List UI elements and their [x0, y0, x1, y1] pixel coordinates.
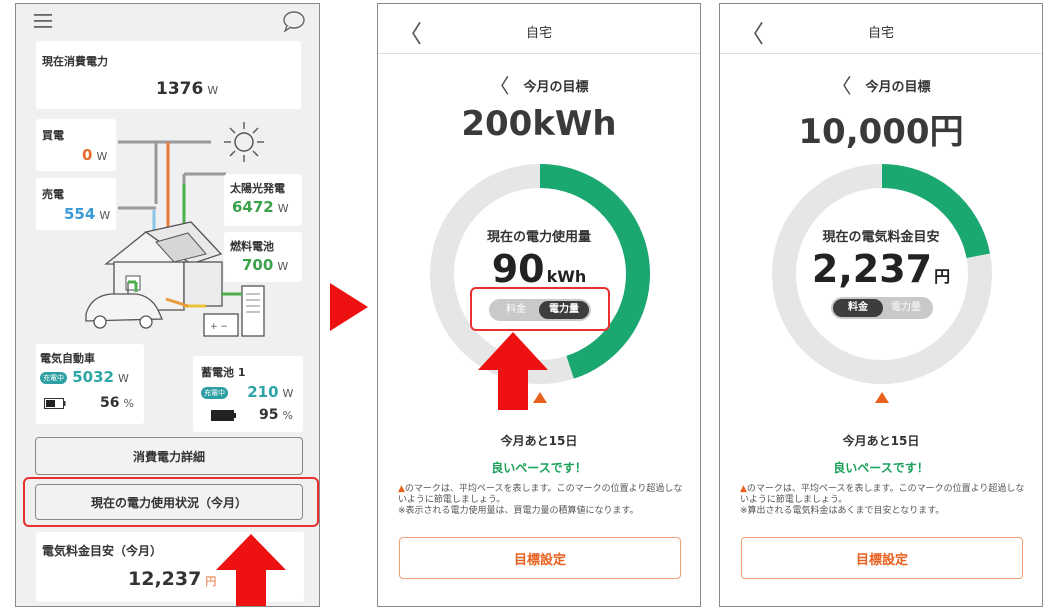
monthly-goal-yen-screen: 〈 自宅 〈今月の目標 10,000円 現在の電気料金目安 2,237 円 料金 …	[719, 3, 1043, 607]
bill-estimate-label: 電気料金目安（今月）	[42, 544, 163, 558]
highlight-box	[23, 477, 319, 527]
note-text: ▲のマークは、平均ペースを表します。このマークの位置より超過しないように節電しま…	[398, 484, 683, 516]
storage-battery-level: 95%	[259, 407, 293, 423]
current-power-label: 現在消費電力	[42, 55, 108, 68]
monthly-goal-kwh-screen: 〈 自宅 〈今月の目標 200kWh 現在の電力使用量 90 kWh 料金 電力量…	[377, 3, 701, 607]
speech-bubble-icon[interactable]	[282, 10, 306, 32]
ring-label: 現在の電気料金目安	[822, 230, 940, 245]
ev-card: 電気自動車 充電中 5032 W 56%	[36, 344, 144, 424]
fuel-cell-label: 燃料電池	[230, 240, 274, 253]
goal-row: 〈今月の目標	[720, 70, 1042, 99]
ring-label: 現在の電力使用量	[486, 230, 591, 245]
buy-power-label: 買電	[42, 129, 64, 142]
goal-setting-button[interactable]: 目標設定	[741, 537, 1023, 579]
current-power-card: 現在消費電力 1376 W	[36, 41, 301, 109]
goal-label: 今月の目標	[865, 80, 931, 95]
red-up-arrow-icon	[216, 534, 286, 606]
charging-badge: 充電中	[40, 371, 67, 384]
days-remaining: 今月あと15日	[842, 434, 920, 448]
next-step-arrow-icon	[330, 283, 368, 331]
header-title: 自宅	[867, 26, 894, 41]
fuel-cell-card: 燃料電池 700 W	[224, 232, 302, 282]
goal-setting-button[interactable]: 目標設定	[399, 537, 681, 579]
battery-low-icon	[44, 398, 66, 409]
storage-battery-label: 蓄電池 1	[201, 366, 246, 379]
unit-toggle[interactable]: 料金 電力量	[831, 297, 933, 319]
solar-power-label: 太陽光発電	[230, 182, 285, 195]
hamburger-icon[interactable]	[34, 14, 52, 28]
highlight-box	[470, 287, 610, 331]
power-detail-button[interactable]: 消費電力詳細	[35, 437, 303, 475]
note-text: ▲のマークは、平均ペースを表します。このマークの位置より超過しないように節電しま…	[740, 484, 1025, 516]
triangle-marker-icon: ▲	[740, 484, 747, 494]
solar-power-card: 太陽光発電 6472 W	[224, 174, 302, 226]
header-title: 自宅	[525, 26, 552, 41]
ev-label: 電気自動車	[40, 352, 95, 365]
buy-power-card: 買電 0W	[36, 119, 116, 171]
storage-battery-card: 蓄電池 1 充電中 210 W 95%	[193, 356, 303, 432]
sun-icon	[224, 122, 264, 162]
header: 〈 自宅	[378, 4, 700, 54]
pace-status: 良いペースです！	[833, 461, 929, 475]
days-remaining: 今月あと15日	[500, 434, 578, 448]
goal-value: 10,000円	[798, 112, 964, 152]
ev-value: 充電中 5032 W	[40, 368, 129, 386]
fuel-cell-value: 700 W	[242, 256, 289, 274]
current-power-value: 1376 W	[156, 79, 219, 99]
home-energy-screen: 現在消費電力 1376 W + − 買電 0 W 売電 554 W 太陽光発電 …	[15, 3, 320, 607]
toggle-energy[interactable]: 電力量	[881, 299, 931, 317]
header: 〈 自宅	[720, 4, 1042, 54]
toggle-price[interactable]: 料金	[833, 299, 883, 317]
sell-power-value: 554 W	[64, 205, 111, 223]
chevron-left-icon[interactable]: 〈	[489, 74, 509, 98]
ring-value: 90 kWh	[491, 247, 587, 291]
solar-power-value: 6472 W	[232, 198, 289, 216]
goal-label: 今月の目標	[523, 80, 589, 95]
ring-value: 2,237 円	[811, 247, 951, 291]
average-pace-marker	[875, 392, 889, 403]
buy-power-value: 0W	[82, 146, 108, 164]
ev-battery-level: 56%	[100, 395, 134, 411]
svg-text:+ −: + −	[210, 322, 228, 332]
goal-value: 200kWh	[461, 104, 617, 144]
storage-battery-value: 充電中 210 W	[201, 383, 293, 401]
goal-row: 〈今月の目標	[378, 70, 700, 99]
bill-estimate-value: 12,237 円	[128, 568, 217, 590]
sell-power-card: 売電 554 W	[36, 178, 116, 230]
sell-power-label: 売電	[42, 188, 64, 201]
chevron-left-icon[interactable]: 〈	[831, 74, 851, 98]
average-pace-marker	[533, 392, 547, 403]
triangle-marker-icon: ▲	[398, 484, 405, 494]
charging-badge: 充電中	[201, 386, 228, 399]
pace-status: 良いペースです！	[491, 461, 587, 475]
battery-full-icon	[211, 410, 236, 421]
